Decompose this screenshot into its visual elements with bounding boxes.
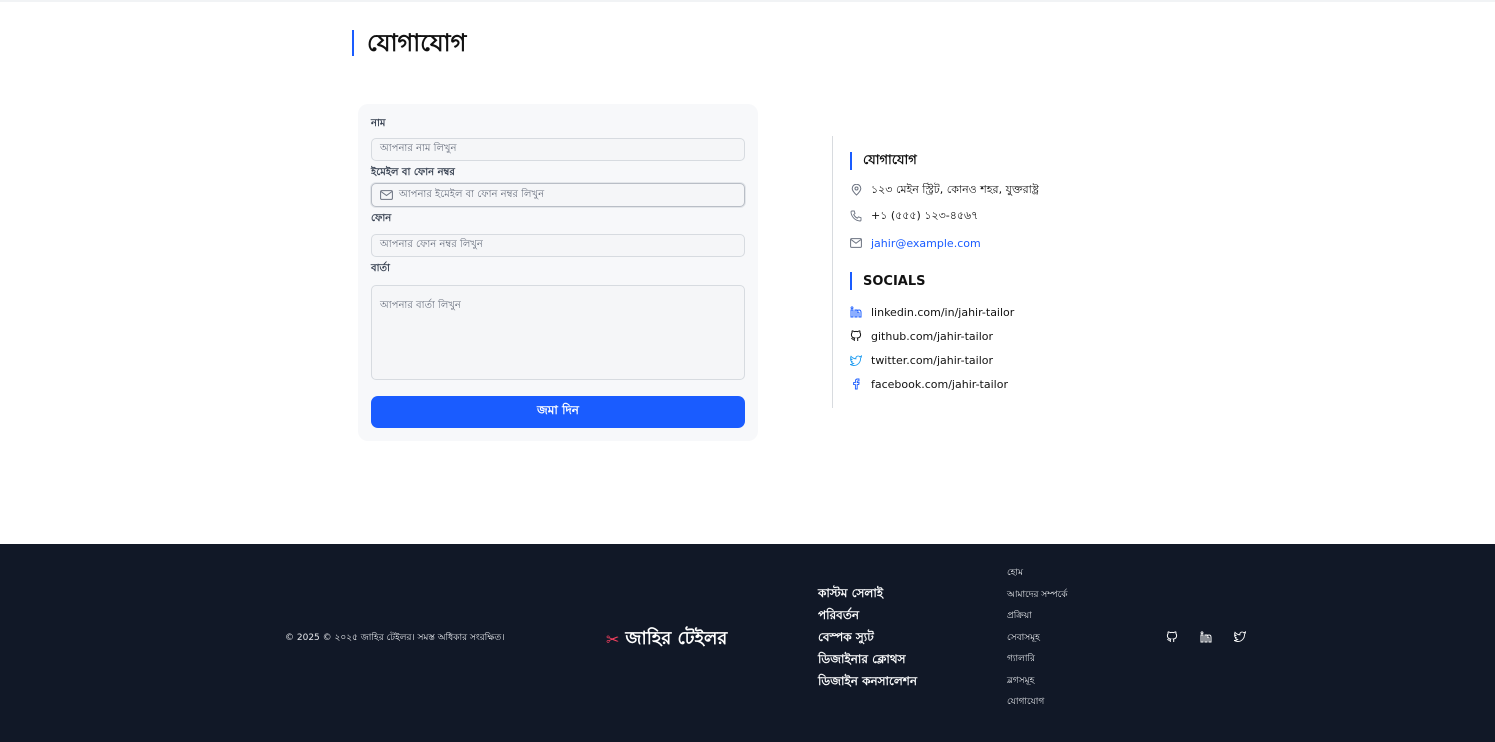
- footer-nav-link[interactable]: যোগাযোগ: [1007, 695, 1068, 717]
- contact-heading: যোগাযোগ: [850, 152, 917, 170]
- footer-social-icons: [1165, 630, 1246, 643]
- footer-service-link[interactable]: পরিবর্তন: [818, 607, 917, 629]
- facebook-icon: [850, 378, 862, 390]
- mail-icon: [850, 237, 862, 249]
- social-text-linkedin: linkedin.com/in/jahir-tailor: [871, 305, 1015, 319]
- page-title-text: যোগাযোগ: [367, 29, 467, 57]
- footer-nav-link[interactable]: গ্যালারি: [1007, 652, 1068, 674]
- social-row-github[interactable]: github.com/jahir-tailor: [850, 328, 993, 344]
- linkedin-icon: [850, 306, 862, 318]
- page-title: যোগাযোগ: [352, 30, 466, 56]
- footer-nav-link[interactable]: আমাদের সম্পর্কে: [1007, 588, 1068, 610]
- footer-services: কাস্টম সেলাই পরিবর্তন বেস্পক স্যুট ডিজাই…: [818, 585, 917, 695]
- name-placeholder: আপনার নাম লিখুন: [380, 143, 457, 154]
- social-row-facebook[interactable]: facebook.com/jahir-tailor: [850, 376, 1008, 392]
- github-icon: [850, 330, 862, 342]
- address-text: ১২৩ মেইন স্ট্রিট, কোনও শহর, যুক্তরাষ্ট্র: [871, 182, 1039, 196]
- socials-heading-text: SOCIALS: [863, 273, 926, 289]
- location-pin-icon: [850, 184, 862, 196]
- twitter-icon: [850, 354, 862, 366]
- scissors-icon: ✂: [606, 630, 620, 649]
- footer-service-link[interactable]: ডিজাইনার ক্লোথস: [818, 651, 917, 673]
- phone-label: ফোন: [371, 213, 392, 224]
- phone-text: +১ (৫৫৫) ১২৩-৪৫৬৭: [871, 208, 979, 222]
- email-input[interactable]: আপনার ইমেইল বা ফোন নম্বর লিখুন: [371, 183, 745, 207]
- phone-placeholder: আপনার ফোন নম্বর লিখুন: [380, 239, 483, 250]
- footer-service-link[interactable]: ডিজাইন কনসালেশন: [818, 673, 917, 695]
- socials-heading: SOCIALS: [850, 272, 926, 290]
- email-label: ইমেইল বা ফোন নম্বর: [371, 167, 455, 178]
- address-row: ১২৩ মেইন স্ট্রিট, কোনও শহর, যুক্তরাষ্ট্র: [850, 182, 1039, 198]
- phone-row: +১ (৫৫৫) ১২৩-৪৫৬৭: [850, 208, 978, 224]
- footer-nav-link[interactable]: সেবাসমূহ: [1007, 631, 1068, 653]
- contact-form: নাম আপনার নাম লিখুন ইমেইল বা ফোন নম্বর আ…: [358, 104, 758, 441]
- contact-heading-text: যোগাযোগ: [863, 152, 917, 168]
- submit-label: জমা দিন: [537, 403, 579, 417]
- footer: © 2025 © ২০২৫ জাহির টেইলর। সমস্ত অধিকার …: [0, 544, 1495, 742]
- brand-name: জাহির টেইলর: [625, 628, 728, 649]
- message-textarea[interactable]: আপনার বার্তা লিখুন: [371, 285, 745, 380]
- name-label: নাম: [371, 118, 386, 129]
- social-text-github: github.com/jahir-tailor: [871, 329, 994, 343]
- name-input[interactable]: আপনার নাম লিখুন: [371, 138, 745, 161]
- footer-nav-link[interactable]: হোম: [1007, 566, 1068, 588]
- footer-nav: হোম আমাদের সম্পর্কে প্রক্রিয়া সেবাসমূহ …: [1007, 566, 1068, 717]
- social-row-twitter[interactable]: twitter.com/jahir-tailor: [850, 352, 993, 368]
- social-text-twitter: twitter.com/jahir-tailor: [871, 353, 993, 367]
- message-label: বার্তা: [371, 263, 390, 274]
- top-divider: [0, 0, 1495, 2]
- footer-nav-link[interactable]: ব্লগসমূহ: [1007, 674, 1068, 696]
- linkedin-icon[interactable]: [1199, 630, 1212, 643]
- phone-input[interactable]: আপনার ফোন নম্বর লিখুন: [371, 234, 745, 257]
- footer-brand[interactable]: ✂ জাহির টেইলর: [606, 624, 727, 655]
- email-placeholder: আপনার ইমেইল বা ফোন নম্বর লিখুন: [399, 188, 545, 200]
- phone-icon: [850, 210, 862, 222]
- footer-service-link[interactable]: বেস্পক স্যুট: [818, 629, 917, 651]
- message-placeholder: আপনার বার্তা লিখুন: [380, 300, 461, 311]
- mail-icon: [380, 190, 393, 200]
- twitter-icon[interactable]: [1233, 630, 1246, 643]
- footer-nav-link[interactable]: প্রক্রিয়া: [1007, 609, 1068, 631]
- email-link[interactable]: jahir@example.com: [871, 237, 981, 250]
- social-text-facebook: facebook.com/jahir-tailor: [871, 377, 1008, 391]
- github-icon[interactable]: [1165, 630, 1178, 643]
- social-row-linkedin[interactable]: linkedin.com/in/jahir-tailor: [850, 304, 1014, 320]
- contact-info-panel: যোগাযোগ ১২৩ মেইন স্ট্রিট, কোনও শহর, যুক্…: [832, 136, 1152, 408]
- footer-service-link[interactable]: কাস্টম সেলাই: [818, 585, 917, 607]
- email-row: jahir@example.com: [850, 235, 981, 251]
- submit-button[interactable]: জমা দিন: [371, 396, 745, 428]
- copyright-text: © 2025 © ২০২৫ জাহির টেইলর। সমস্ত অধিকার …: [285, 633, 505, 643]
